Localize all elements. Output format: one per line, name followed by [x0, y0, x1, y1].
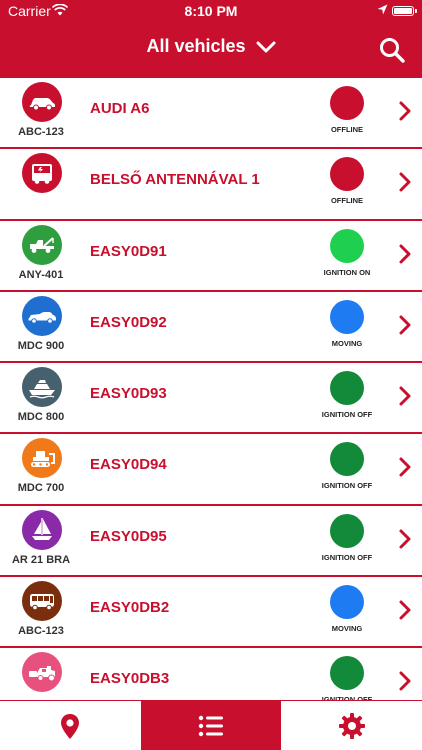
car-icon [22, 82, 62, 122]
status-label: IGNITION ON [323, 267, 371, 277]
vehicle-name: EASY0D95 [90, 527, 167, 545]
battery-icon [392, 6, 417, 16]
vehicle-name: EASY0DB3 [90, 670, 170, 688]
vehicle-name: EASY0D92 [90, 313, 167, 331]
vehicle-name: BELSŐ ANTENNÁVAL 1 [90, 171, 260, 189]
vehicle-row[interactable]: ANY-401 EASY0D91 IGNITION ON [0, 220, 422, 292]
chevron-right-icon[interactable] [398, 100, 412, 122]
status-indicator [330, 656, 364, 691]
vehicle-plate: AR 21 BRA [11, 553, 71, 566]
vehicle-row[interactable]: MDC 700 EASY0D94 IGNITION OFF [0, 434, 422, 506]
tab-map[interactable] [0, 701, 141, 750]
harvester-icon [22, 652, 62, 693]
sailboat-icon [22, 509, 62, 550]
status-label: MOVING [331, 624, 363, 634]
bus-icon [22, 581, 62, 622]
status-indicator [330, 585, 364, 620]
vehicle-row[interactable]: ABC-123 AUDI A6 OFFLINE [0, 78, 422, 150]
status-label: MOVING [331, 338, 363, 348]
search-icon[interactable] [378, 36, 406, 64]
vehicle-name: EASY0D91 [90, 242, 167, 260]
status-label: OFFLINE [330, 196, 364, 206]
status-indicator [330, 371, 364, 406]
status-indicator [330, 157, 364, 192]
tow-truck-icon [22, 224, 62, 265]
location-arrow-icon [377, 4, 388, 15]
vehicle-name: AUDI A6 [90, 100, 150, 117]
chevron-right-icon[interactable] [398, 385, 412, 407]
vehicle-row[interactable]: EASY0DB3 IGNITION OFF [0, 648, 422, 700]
status-indicator [330, 513, 364, 548]
app-header: Carrier 8:10 PM All vehicles [0, 0, 422, 78]
clock: 8:10 PM [184, 3, 238, 19]
vehicle-row[interactable]: BELSŐ ANTENNÁVAL 1 OFFLINE [0, 149, 422, 221]
status-indicator [330, 442, 364, 477]
vehicle-plate: MDC 700 [17, 482, 65, 495]
chevron-right-icon[interactable] [398, 670, 412, 692]
status-label: OFFLINE [330, 125, 364, 134]
bottom-tab-bar [0, 700, 422, 750]
vehicle-plate: MDC 800 [17, 411, 65, 424]
vehicle-row[interactable]: ABC-123 EASY0DB2 MOVING [0, 577, 422, 649]
chevron-right-icon[interactable] [398, 314, 412, 336]
status-label: IGNITION OFF [321, 552, 373, 562]
vehicle-row[interactable]: AR 21 BRA EASY0D95 IGNITION OFF [0, 505, 422, 578]
van-icon [22, 153, 62, 194]
chevron-right-icon[interactable] [398, 171, 412, 193]
chevron-right-icon[interactable] [398, 243, 412, 265]
status-label: IGNITION OFF [321, 481, 373, 491]
vehicle-plate: ANY-401 [18, 268, 64, 281]
map-pin-icon [61, 713, 80, 739]
vehicle-list[interactable]: ABC-123 AUDI A6 OFFLINE BELSŐ ANTENNÁVAL 1 O… [0, 78, 422, 700]
bulldozer-icon [22, 438, 62, 479]
status-bar: Carrier 8:10 PM [0, 0, 422, 22]
limousine-icon [22, 295, 62, 336]
tab-vehicle-list[interactable] [140, 701, 282, 750]
status-indicator [330, 228, 364, 263]
status-label: IGNITION OFF [321, 410, 373, 420]
vehicle-filter-dropdown[interactable]: All vehicles [146, 36, 276, 57]
vehicle-plate: ABC-123 [18, 625, 64, 638]
chevron-right-icon[interactable] [398, 599, 412, 621]
settings-gear-icon [338, 712, 365, 739]
chevron-down-icon [256, 41, 276, 52]
vehicle-plate: MDC 900 [17, 339, 65, 352]
chevron-right-icon[interactable] [398, 456, 412, 478]
list-icon [198, 715, 223, 736]
page-title: All vehicles [146, 36, 246, 56]
vehicle-row[interactable]: MDC 900 EASY0D92 MOVING [0, 291, 422, 364]
vehicle-name: EASY0DB2 [90, 599, 170, 617]
vehicle-plate: ABC-123 [18, 126, 64, 138]
vehicle-name: EASY0D94 [90, 456, 167, 474]
chevron-right-icon[interactable] [398, 528, 412, 550]
vehicle-row[interactable]: MDC 800 EASY0D93 IGNITION OFF [0, 363, 422, 435]
yacht-icon [22, 367, 62, 408]
tab-settings[interactable] [281, 701, 422, 750]
vehicle-name: EASY0D93 [90, 385, 167, 403]
status-indicator [330, 299, 364, 334]
status-indicator [330, 86, 364, 120]
